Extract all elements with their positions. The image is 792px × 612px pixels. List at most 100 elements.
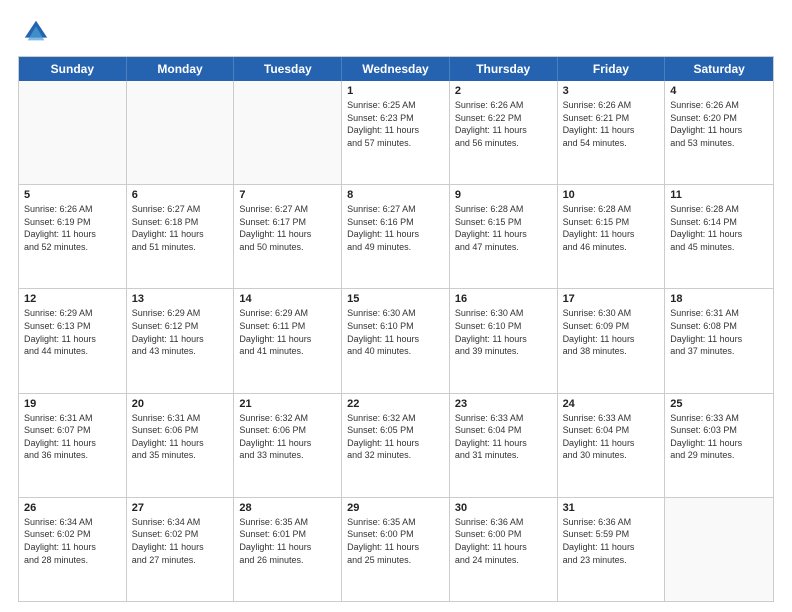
cell-info: Sunrise: 6:27 AM Sunset: 6:17 PM Dayligh…	[239, 203, 336, 253]
cell-info: Sunrise: 6:31 AM Sunset: 6:06 PM Dayligh…	[132, 412, 229, 462]
day-number: 24	[563, 398, 660, 410]
cell-info: Sunrise: 6:26 AM Sunset: 6:22 PM Dayligh…	[455, 99, 552, 149]
calendar-cell-r0c0	[19, 81, 127, 184]
calendar-cell-r1c6: 11Sunrise: 6:28 AM Sunset: 6:14 PM Dayli…	[665, 185, 773, 288]
calendar-cell-r2c2: 14 Sunrise: 6:29 AM Sunset: 6:11 PM Dayli…	[234, 289, 342, 392]
cell-info: Sunrise: 6:32 AM Sunset: 6:05 PM Dayligh…	[347, 412, 444, 462]
calendar-row-1: 5 Sunrise: 6:26 AM Sunset: 6:19 PM Daylig…	[19, 184, 773, 288]
calendar-cell-r1c4: 9 Sunrise: 6:28 AM Sunset: 6:15 PM Daylig…	[450, 185, 558, 288]
day-number: 17	[563, 293, 660, 305]
cell-info: Sunrise: 6:25 AM Sunset: 6:23 PM Dayligh…	[347, 99, 444, 149]
cell-info: Sunrise: 6:29 AM Sunset: 6:12 PM Dayligh…	[132, 307, 229, 357]
cell-info: Sunrise: 6:31 AM Sunset: 6:08 PM Dayligh…	[670, 307, 768, 357]
calendar-cell-r1c2: 7 Sunrise: 6:27 AM Sunset: 6:17 PM Daylig…	[234, 185, 342, 288]
calendar-row-0: 1 Sunrise: 6:25 AM Sunset: 6:23 PM Daylig…	[19, 81, 773, 184]
day-number: 14	[239, 293, 336, 305]
cell-info: Sunrise: 6:30 AM Sunset: 6:10 PM Dayligh…	[347, 307, 444, 357]
calendar-cell-r4c0: 26 Sunrise: 6:34 AM Sunset: 6:02 PM Dayli…	[19, 498, 127, 601]
weekday-header-saturday: Saturday	[665, 57, 773, 81]
calendar-cell-r0c1	[127, 81, 235, 184]
cell-info: Sunrise: 6:34 AM Sunset: 6:02 PM Dayligh…	[132, 516, 229, 566]
day-number: 23	[455, 398, 552, 410]
calendar-cell-r1c5: 10 Sunrise: 6:28 AM Sunset: 6:15 PM Dayli…	[558, 185, 666, 288]
calendar-cell-r1c0: 5 Sunrise: 6:26 AM Sunset: 6:19 PM Daylig…	[19, 185, 127, 288]
day-number: 21	[239, 398, 336, 410]
calendar-cell-r4c3: 29 Sunrise: 6:35 AM Sunset: 6:00 PM Dayli…	[342, 498, 450, 601]
calendar-row-3: 19Sunrise: 6:31 AM Sunset: 6:07 PM Dayli…	[19, 393, 773, 497]
calendar-cell-r0c5: 3 Sunrise: 6:26 AM Sunset: 6:21 PM Daylig…	[558, 81, 666, 184]
cell-info: Sunrise: 6:26 AM Sunset: 6:20 PM Dayligh…	[670, 99, 768, 149]
day-number: 30	[455, 502, 552, 514]
day-number: 9	[455, 189, 552, 201]
day-number: 25	[670, 398, 768, 410]
logo-icon	[22, 18, 50, 46]
calendar: SundayMondayTuesdayWednesdayThursdayFrid…	[18, 56, 774, 602]
day-number: 10	[563, 189, 660, 201]
calendar-cell-r1c3: 8Sunrise: 6:27 AM Sunset: 6:16 PM Daylig…	[342, 185, 450, 288]
calendar-cell-r4c5: 31Sunrise: 6:36 AM Sunset: 5:59 PM Dayli…	[558, 498, 666, 601]
day-number: 1	[347, 85, 444, 97]
calendar-cell-r1c1: 6 Sunrise: 6:27 AM Sunset: 6:18 PM Daylig…	[127, 185, 235, 288]
day-number: 29	[347, 502, 444, 514]
cell-info: Sunrise: 6:33 AM Sunset: 6:04 PM Dayligh…	[455, 412, 552, 462]
cell-info: Sunrise: 6:36 AM Sunset: 5:59 PM Dayligh…	[563, 516, 660, 566]
cell-info: Sunrise: 6:34 AM Sunset: 6:02 PM Dayligh…	[24, 516, 121, 566]
calendar-cell-r2c1: 13 Sunrise: 6:29 AM Sunset: 6:12 PM Dayli…	[127, 289, 235, 392]
calendar-cell-r0c6: 4Sunrise: 6:26 AM Sunset: 6:20 PM Daylig…	[665, 81, 773, 184]
weekday-header-tuesday: Tuesday	[234, 57, 342, 81]
calendar-cell-r3c1: 20 Sunrise: 6:31 AM Sunset: 6:06 PM Dayli…	[127, 394, 235, 497]
day-number: 11	[670, 189, 768, 201]
calendar-cell-r2c3: 15Sunrise: 6:30 AM Sunset: 6:10 PM Dayli…	[342, 289, 450, 392]
day-number: 5	[24, 189, 121, 201]
cell-info: Sunrise: 6:30 AM Sunset: 6:10 PM Dayligh…	[455, 307, 552, 357]
cell-info: Sunrise: 6:29 AM Sunset: 6:13 PM Dayligh…	[24, 307, 121, 357]
calendar-cell-r4c4: 30 Sunrise: 6:36 AM Sunset: 6:00 PM Dayli…	[450, 498, 558, 601]
calendar-cell-r2c6: 18Sunrise: 6:31 AM Sunset: 6:08 PM Dayli…	[665, 289, 773, 392]
calendar-cell-r2c5: 17 Sunrise: 6:30 AM Sunset: 6:09 PM Dayli…	[558, 289, 666, 392]
weekday-header-monday: Monday	[127, 57, 235, 81]
cell-info: Sunrise: 6:36 AM Sunset: 6:00 PM Dayligh…	[455, 516, 552, 566]
day-number: 28	[239, 502, 336, 514]
calendar-header: SundayMondayTuesdayWednesdayThursdayFrid…	[19, 57, 773, 81]
calendar-cell-r2c0: 12Sunrise: 6:29 AM Sunset: 6:13 PM Dayli…	[19, 289, 127, 392]
calendar-cell-r4c1: 27 Sunrise: 6:34 AM Sunset: 6:02 PM Dayli…	[127, 498, 235, 601]
calendar-cell-r0c3: 1 Sunrise: 6:25 AM Sunset: 6:23 PM Daylig…	[342, 81, 450, 184]
day-number: 16	[455, 293, 552, 305]
day-number: 13	[132, 293, 229, 305]
cell-info: Sunrise: 6:26 AM Sunset: 6:21 PM Dayligh…	[563, 99, 660, 149]
calendar-cell-r0c2	[234, 81, 342, 184]
cell-info: Sunrise: 6:35 AM Sunset: 6:00 PM Dayligh…	[347, 516, 444, 566]
day-number: 6	[132, 189, 229, 201]
day-number: 7	[239, 189, 336, 201]
calendar-cell-r4c2: 28 Sunrise: 6:35 AM Sunset: 6:01 PM Dayli…	[234, 498, 342, 601]
cell-info: Sunrise: 6:33 AM Sunset: 6:04 PM Dayligh…	[563, 412, 660, 462]
calendar-cell-r3c3: 22 Sunrise: 6:32 AM Sunset: 6:05 PM Dayli…	[342, 394, 450, 497]
day-number: 22	[347, 398, 444, 410]
day-number: 20	[132, 398, 229, 410]
calendar-row-4: 26 Sunrise: 6:34 AM Sunset: 6:02 PM Dayli…	[19, 497, 773, 601]
calendar-cell-r0c4: 2 Sunrise: 6:26 AM Sunset: 6:22 PM Daylig…	[450, 81, 558, 184]
cell-info: Sunrise: 6:29 AM Sunset: 6:11 PM Dayligh…	[239, 307, 336, 357]
day-number: 27	[132, 502, 229, 514]
day-number: 3	[563, 85, 660, 97]
calendar-row-2: 12Sunrise: 6:29 AM Sunset: 6:13 PM Dayli…	[19, 288, 773, 392]
cell-info: Sunrise: 6:30 AM Sunset: 6:09 PM Dayligh…	[563, 307, 660, 357]
cell-info: Sunrise: 6:28 AM Sunset: 6:15 PM Dayligh…	[563, 203, 660, 253]
weekday-header-sunday: Sunday	[19, 57, 127, 81]
calendar-cell-r3c5: 24 Sunrise: 6:33 AM Sunset: 6:04 PM Dayli…	[558, 394, 666, 497]
calendar-cell-r3c2: 21 Sunrise: 6:32 AM Sunset: 6:06 PM Dayli…	[234, 394, 342, 497]
cell-info: Sunrise: 6:27 AM Sunset: 6:18 PM Dayligh…	[132, 203, 229, 253]
cell-info: Sunrise: 6:31 AM Sunset: 6:07 PM Dayligh…	[24, 412, 121, 462]
header	[18, 18, 774, 46]
weekday-header-friday: Friday	[558, 57, 666, 81]
day-number: 8	[347, 189, 444, 201]
weekday-header-wednesday: Wednesday	[342, 57, 450, 81]
weekday-header-thursday: Thursday	[450, 57, 558, 81]
cell-info: Sunrise: 6:35 AM Sunset: 6:01 PM Dayligh…	[239, 516, 336, 566]
cell-info: Sunrise: 6:26 AM Sunset: 6:19 PM Dayligh…	[24, 203, 121, 253]
day-number: 2	[455, 85, 552, 97]
day-number: 26	[24, 502, 121, 514]
cell-info: Sunrise: 6:28 AM Sunset: 6:15 PM Dayligh…	[455, 203, 552, 253]
cell-info: Sunrise: 6:32 AM Sunset: 6:06 PM Dayligh…	[239, 412, 336, 462]
page: SundayMondayTuesdayWednesdayThursdayFrid…	[0, 0, 792, 612]
